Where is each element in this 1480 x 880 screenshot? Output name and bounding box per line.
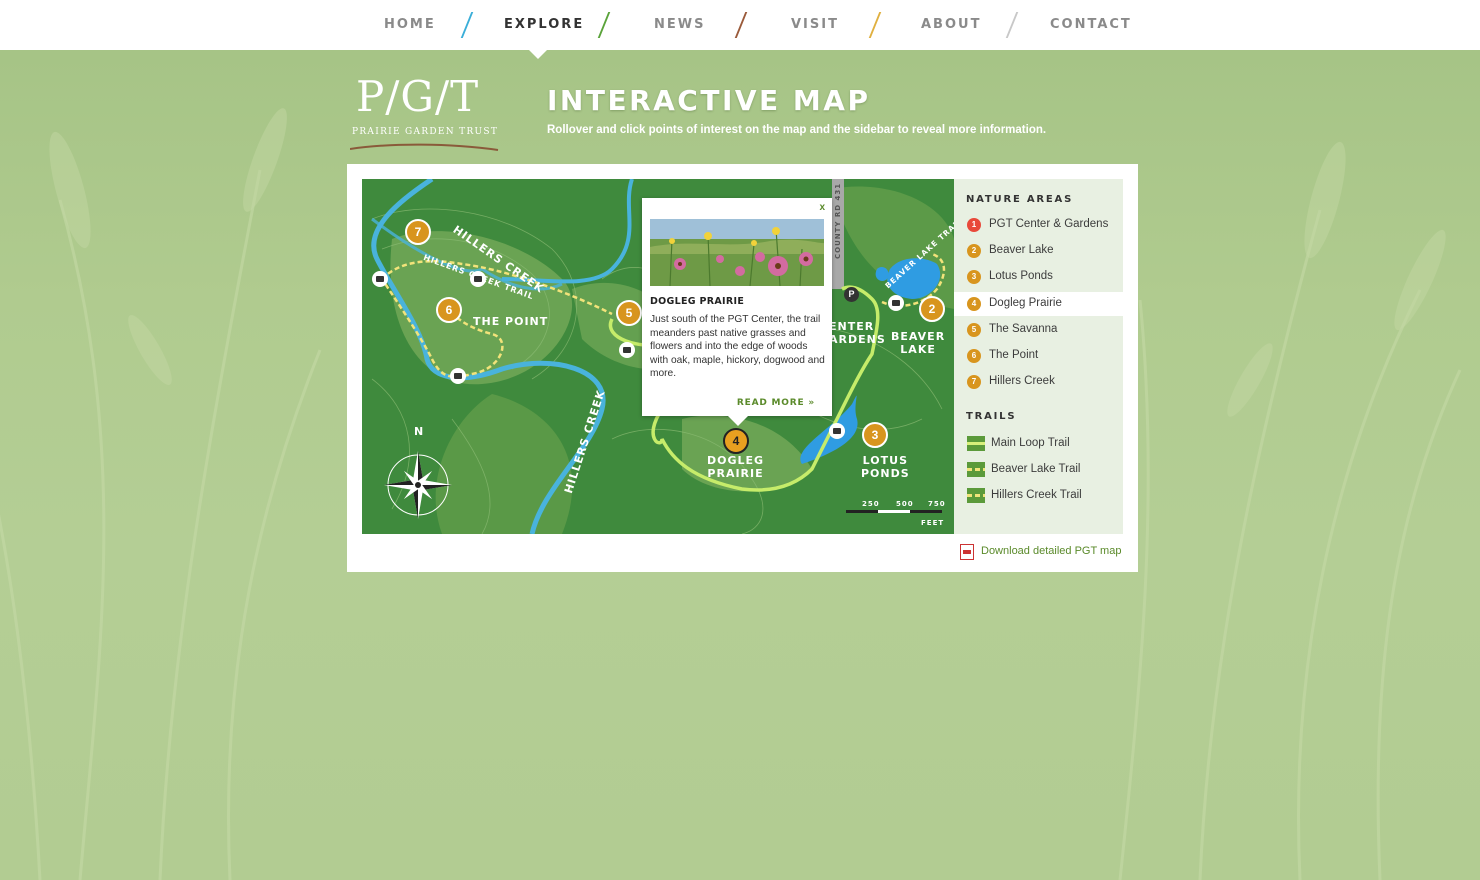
trail-label: Hillers Creek Trail bbox=[991, 489, 1082, 501]
popup-title: DOGLEG PRAIRIE bbox=[650, 296, 745, 307]
sidebar-trail-main-loop[interactable]: Main Loop Trail bbox=[954, 432, 1123, 456]
number-3-icon: 3 bbox=[967, 270, 981, 284]
number-6-icon: 6 bbox=[967, 349, 981, 363]
dashed-trail-icon bbox=[967, 488, 985, 503]
camera-icon[interactable] bbox=[470, 271, 486, 287]
number-7-icon: 7 bbox=[967, 375, 981, 389]
nav-divider bbox=[1005, 12, 1019, 38]
nature-areas-heading: NATURE AREAS bbox=[966, 194, 1074, 205]
nav-divider bbox=[597, 12, 611, 38]
camera-icon[interactable] bbox=[829, 423, 845, 439]
solid-trail-icon bbox=[967, 436, 985, 451]
logo-swoosh bbox=[350, 143, 499, 151]
nav-news[interactable]: NEWS bbox=[654, 0, 705, 50]
sidebar-item-dogleg-prairie[interactable]: 4 Dogleg Prairie bbox=[954, 292, 1123, 316]
number-5-icon: 5 bbox=[967, 323, 981, 337]
page-subtitle: Rollover and click points of interest on… bbox=[547, 124, 1047, 136]
nav-visit[interactable]: VISIT bbox=[791, 0, 839, 50]
label-county-rd: COUNTY RD 431 bbox=[834, 182, 842, 259]
poi-marker-5[interactable]: 5 bbox=[616, 300, 642, 326]
nav-divider bbox=[460, 12, 474, 38]
trail-label: Main Loop Trail bbox=[991, 437, 1070, 449]
pdf-icon bbox=[960, 544, 974, 560]
scale-unit: FEET bbox=[921, 519, 945, 527]
nav-divider bbox=[734, 12, 748, 38]
label-lotus-ponds: LOTUS PONDS bbox=[861, 454, 910, 480]
nav-contact[interactable]: CONTACT bbox=[1050, 0, 1132, 50]
sidebar-item-beaver-lake[interactable]: 2 Beaver Lake bbox=[954, 239, 1123, 263]
sidebar-item-label: The Point bbox=[989, 349, 1039, 361]
poi-marker-7[interactable]: 7 bbox=[405, 219, 431, 245]
close-icon[interactable]: x bbox=[819, 202, 825, 213]
page-title: INTERACTIVE MAP bbox=[547, 84, 871, 117]
nav-explore[interactable]: EXPLORE bbox=[504, 0, 584, 50]
nav-home[interactable]: HOME bbox=[384, 0, 436, 50]
trails-heading: TRAILS bbox=[966, 411, 1017, 422]
sidebar-item-lotus-ponds[interactable]: 3 Lotus Ponds bbox=[954, 265, 1123, 289]
sidebar-item-label: Hillers Creek bbox=[989, 375, 1055, 387]
nav-about[interactable]: ABOUT bbox=[921, 0, 981, 50]
compass-n-label: N bbox=[414, 425, 425, 438]
logo-subtitle: PRAIRIE GARDEN TRUST bbox=[352, 127, 499, 137]
sidebar-item-the-point[interactable]: 6 The Point bbox=[954, 344, 1123, 368]
sidebar-item-label: Dogleg Prairie bbox=[989, 297, 1062, 309]
camera-icon[interactable] bbox=[619, 342, 635, 358]
poi-marker-2[interactable]: 2 bbox=[919, 296, 945, 322]
info-popup: x DOGLEG PRAIRIE Just south of the PGT C… bbox=[642, 198, 832, 426]
label-beaver-lake: BEAVER LAKE bbox=[891, 330, 946, 356]
pgt-logo[interactable]: P/G/T PRAIRIE GARDEN TRUST bbox=[350, 72, 500, 154]
label-dogleg-prairie: DOGLEG PRAIRIE bbox=[707, 454, 765, 480]
sidebar-item-label: Beaver Lake bbox=[989, 244, 1054, 256]
sidebar-item-label: Lotus Ponds bbox=[989, 270, 1053, 282]
poi-marker-4[interactable]: 4 bbox=[723, 428, 749, 454]
scale-tick-750: 750 bbox=[928, 500, 946, 508]
popup-body: Just south of the PGT Center, the trail … bbox=[650, 314, 825, 380]
sidebar-item-hillers-creek[interactable]: 7 Hillers Creek bbox=[954, 370, 1123, 394]
camera-icon[interactable] bbox=[888, 295, 904, 311]
sidebar-trail-hillers-creek[interactable]: Hillers Creek Trail bbox=[954, 484, 1123, 508]
poi-marker-6[interactable]: 6 bbox=[436, 297, 462, 323]
label-center-gardens: ENTER ARDENS bbox=[829, 320, 886, 346]
poi-marker-3[interactable]: 3 bbox=[862, 422, 888, 448]
nav-active-pointer bbox=[529, 50, 547, 59]
dashed-trail-icon bbox=[967, 462, 985, 477]
camera-icon[interactable] bbox=[450, 368, 466, 384]
trail-label: Beaver Lake Trail bbox=[991, 463, 1081, 475]
parking-icon[interactable]: P bbox=[844, 287, 859, 302]
sidebar-item-label: The Savanna bbox=[989, 323, 1058, 335]
prairie-photo bbox=[650, 219, 824, 286]
map-sidebar: NATURE AREAS 1 PGT Center & Gardens 2 Be… bbox=[954, 179, 1123, 534]
scale-tick-500: 500 bbox=[896, 500, 914, 508]
download-label: Download detailed PGT map bbox=[981, 545, 1122, 557]
nav-divider bbox=[868, 12, 882, 38]
number-2-icon: 2 bbox=[967, 244, 981, 258]
sidebar-item-the-savanna[interactable]: 5 The Savanna bbox=[954, 318, 1123, 342]
top-nav: HOME EXPLORE NEWS VISIT ABOUT CONTACT bbox=[0, 0, 1480, 50]
scale-tick-250: 250 bbox=[862, 500, 880, 508]
sidebar-item-label: PGT Center & Gardens bbox=[989, 218, 1109, 230]
logo-mark: P/G/T bbox=[356, 72, 480, 121]
sidebar-trail-beaver-lake[interactable]: Beaver Lake Trail bbox=[954, 458, 1123, 482]
read-more-link[interactable]: READ MORE » bbox=[737, 398, 815, 408]
number-4-icon: 4 bbox=[967, 297, 981, 311]
number-1-icon: 1 bbox=[967, 218, 981, 232]
label-the-point: THE POINT bbox=[473, 315, 549, 328]
sidebar-item-pgt-center[interactable]: 1 PGT Center & Gardens bbox=[954, 213, 1123, 237]
camera-icon[interactable] bbox=[372, 271, 388, 287]
